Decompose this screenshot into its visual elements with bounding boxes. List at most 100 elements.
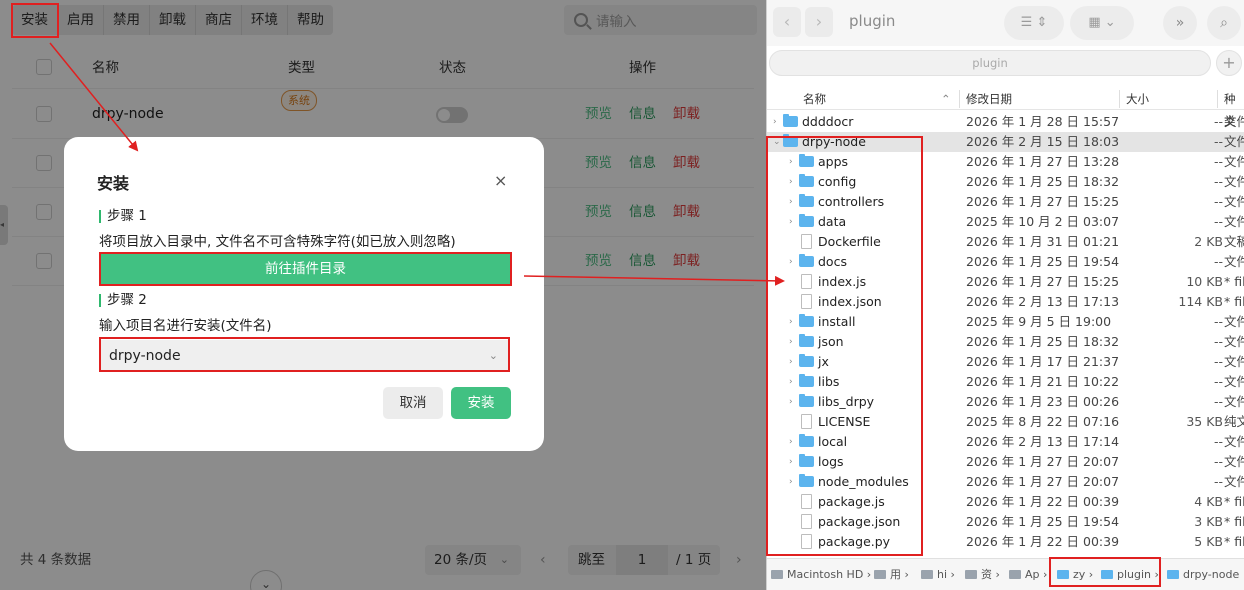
file-name: index.json [818, 294, 882, 309]
confirm-install-button[interactable]: 安装 [451, 387, 511, 419]
disclosure-closed-icon[interactable]: › [773, 112, 777, 132]
grid-group-icon[interactable]: ▦ ⌄ [1070, 6, 1134, 40]
file-kind: 文件 [1224, 454, 1244, 469]
modified-date: 2026 年 1 月 25 日 19:54 [966, 254, 1120, 269]
file-row[interactable]: LICENSE 2025 年 8 月 22 日 07:16 35 KB纯文 [767, 412, 1244, 432]
folder-row[interactable]: › controllers 2026 年 1 月 27 日 15:25 --文件 [767, 192, 1244, 212]
open-plugin-dir-button[interactable]: 前往插件目录 [101, 254, 510, 284]
disclosure-closed-icon[interactable]: › [789, 312, 793, 332]
modified-date: 2025 年 10 月 2 日 03:07 [966, 214, 1120, 229]
disclosure-closed-icon[interactable]: › [789, 432, 793, 452]
file-size: -- [1213, 354, 1223, 369]
search-icon[interactable]: ⌕ [1207, 6, 1241, 40]
modified-date: 2026 年 1 月 25 日 18:32 [966, 174, 1120, 189]
folder-row[interactable]: › libs_drpy 2026 年 1 月 23 日 00:26 --文件 [767, 392, 1244, 412]
file-kind: 文件 [1224, 114, 1244, 129]
disclosure-open-icon[interactable]: ⌄ [773, 132, 781, 152]
folder-row[interactable]: › jx 2026 年 1 月 17 日 21:37 --文件 [767, 352, 1244, 372]
modified-date: 2026 年 1 月 21 日 10:22 [966, 374, 1120, 389]
file-row[interactable]: package.js 2026 年 1 月 22 日 00:39 4 KB * fil [767, 492, 1244, 512]
modified-date: 2026 年 1 月 17 日 21:37 [966, 354, 1120, 369]
disclosure-closed-icon[interactable]: › [789, 172, 793, 192]
add-tab-icon[interactable]: + [1216, 50, 1242, 76]
disclosure-closed-icon[interactable]: › [789, 212, 793, 232]
crumb-drpy-node[interactable]: drpy-node [1167, 567, 1239, 583]
file-size: -- [1213, 114, 1223, 129]
crumb-plugin[interactable]: plugin › [1101, 567, 1159, 583]
forward-icon[interactable]: › [805, 7, 833, 37]
path-bar[interactable]: plugin [769, 50, 1211, 76]
list-view-icon[interactable]: ☰ ⇕ [1004, 6, 1064, 40]
file-row[interactable]: Dockerfile 2026 年 1 月 31 日 01:21 2 KB文稿 [767, 232, 1244, 252]
folder-icon [799, 394, 814, 407]
folder-icon [799, 314, 814, 327]
file-name: data [818, 214, 847, 229]
close-icon[interactable]: × [494, 171, 507, 190]
crumb-disk[interactable]: Macintosh HD › [771, 567, 871, 583]
modified-date: 2026 年 1 月 27 日 20:07 [966, 474, 1120, 489]
file-kind: 文件 [1224, 374, 1244, 389]
chevron-down-icon: ⌄ [488, 349, 498, 362]
column-size[interactable]: 大小 [1126, 88, 1149, 110]
crumb-folder[interactable]: zy › [1057, 567, 1093, 583]
folder-icon [921, 570, 933, 579]
file-size: -- [1213, 374, 1223, 389]
disclosure-closed-icon[interactable]: › [789, 192, 793, 212]
disclosure-closed-icon[interactable]: › [789, 472, 793, 492]
back-icon[interactable]: ‹ [773, 7, 801, 37]
project-name-value: drpy-node [109, 348, 181, 364]
disclosure-closed-icon[interactable]: › [789, 452, 793, 472]
file-icon [801, 514, 812, 529]
finder-column-header: 名称 ⌃ 修改日期 大小 种类 [767, 88, 1244, 128]
disclosure-closed-icon[interactable]: › [789, 392, 793, 412]
folder-row[interactable]: › libs 2026 年 1 月 21 日 10:22 --文件 [767, 372, 1244, 392]
crumb-folder[interactable]: 资 › [965, 567, 1000, 583]
file-name: package.json [818, 514, 901, 529]
file-name: Dockerfile [818, 234, 881, 249]
crumb-folder[interactable]: Ap › [1009, 567, 1047, 583]
crumb-folder[interactable]: 用 › [874, 567, 909, 583]
file-name: logs [818, 454, 844, 469]
more-toolbar-icon[interactable]: » [1163, 6, 1197, 40]
cancel-button[interactable]: 取消 [383, 387, 443, 419]
folder-row[interactable]: › apps 2026 年 1 月 27 日 13:28 --文件 [767, 152, 1244, 172]
file-kind: * fil [1224, 494, 1244, 509]
folder-row[interactable]: › data 2025 年 10 月 2 日 03:07 --文件 [767, 212, 1244, 232]
folder-icon [965, 570, 977, 579]
folder-row[interactable]: › local 2026 年 2 月 13 日 17:14 --文件 [767, 432, 1244, 452]
column-date[interactable]: 修改日期 [966, 88, 1012, 110]
dialog-title: 安装 [97, 174, 130, 193]
disclosure-closed-icon[interactable]: › [789, 332, 793, 352]
column-divider [1119, 90, 1120, 108]
file-row[interactable]: package.py 2026 年 1 月 22 日 00:39 5 KB * fil [767, 532, 1244, 552]
file-icon [801, 234, 812, 249]
column-name[interactable]: 名称 [803, 88, 826, 110]
disclosure-closed-icon[interactable]: › [789, 252, 793, 272]
disclosure-closed-icon[interactable]: › [789, 152, 793, 172]
disclosure-closed-icon[interactable]: › [789, 372, 793, 392]
modified-date: 2026 年 1 月 27 日 15:25 [966, 274, 1120, 289]
folder-row[interactable]: ⌄ drpy-node 2026 年 2 月 15 日 18:03 --文件 [767, 132, 1244, 152]
folder-row[interactable]: › docs 2026 年 1 月 25 日 19:54 --文件 [767, 252, 1244, 272]
file-kind: 文件 [1224, 214, 1244, 229]
modified-date: 2026 年 2 月 13 日 17:13 [966, 294, 1120, 309]
file-row[interactable]: index.js 2026 年 1 月 27 日 15:25 10 KB * fil [767, 272, 1244, 292]
folder-row[interactable]: › ddddocr 2026 年 1 月 28 日 15:57 --文件 [767, 112, 1244, 132]
file-size: -- [1213, 394, 1223, 409]
step1-title: 步骤 1 [99, 209, 147, 223]
modified-date: 2026 年 1 月 22 日 00:39 [966, 494, 1120, 509]
file-name: docs [818, 254, 847, 269]
folder-row[interactable]: › node_modules 2026 年 1 月 27 日 20:07 --文件 [767, 472, 1244, 492]
file-kind: 文件 [1224, 474, 1244, 489]
project-name-select[interactable]: drpy-node ⌄ [101, 340, 510, 372]
file-name: json [818, 334, 844, 349]
folder-row[interactable]: › logs 2026 年 1 月 27 日 20:07 --文件 [767, 452, 1244, 472]
folder-row[interactable]: › install 2025 年 9 月 5 日 19:00 --文件 [767, 312, 1244, 332]
file-row[interactable]: index.json 2026 年 2 月 13 日 17:13 114 KB * f… [767, 292, 1244, 312]
file-name: ddddocr [802, 114, 854, 129]
folder-row[interactable]: › json 2026 年 1 月 25 日 18:32 --文件 [767, 332, 1244, 352]
disclosure-closed-icon[interactable]: › [789, 352, 793, 372]
file-row[interactable]: package.json 2026 年 1 月 25 日 19:54 3 KB * f… [767, 512, 1244, 532]
crumb-folder[interactable]: hi › [921, 567, 955, 583]
folder-row[interactable]: › config 2026 年 1 月 25 日 18:32 --文件 [767, 172, 1244, 192]
